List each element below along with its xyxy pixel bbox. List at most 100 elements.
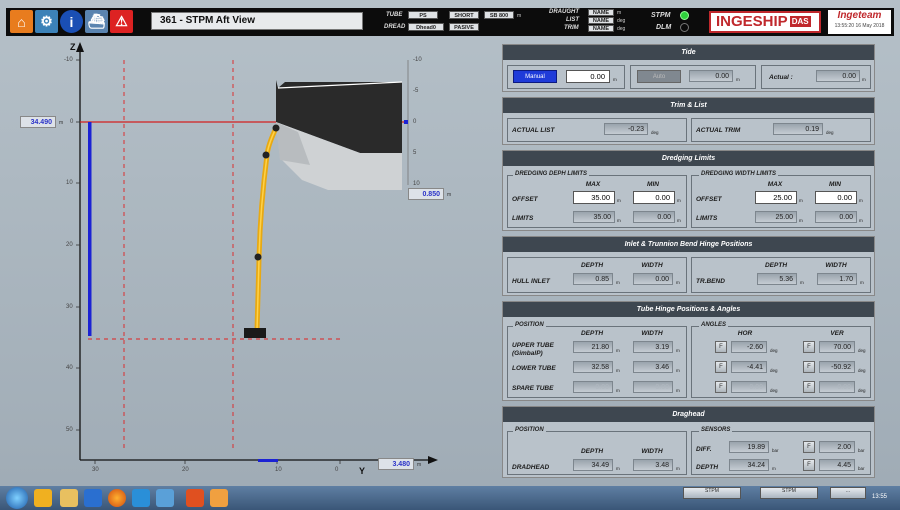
file-explorer-icon[interactable] (60, 489, 78, 507)
dhead-label: DREAD (384, 24, 406, 30)
spare-tube-depth: 0.00 (573, 381, 613, 393)
inlet-title: Inlet & Trunnion Bend Hinge Positions (503, 237, 874, 252)
trim-value: NAME (588, 25, 614, 32)
upper-tube-hor: -2.60 (731, 341, 767, 353)
dhead-select-button[interactable]: Dhead0 (408, 23, 444, 31)
auto-button[interactable]: Auto (637, 70, 681, 83)
auto-tide-value: 0.00 (689, 70, 733, 82)
ie-browser-icon[interactable] (84, 489, 102, 507)
width-header: WIDTH (641, 330, 663, 337)
tube-short-button[interactable]: SHORT (449, 11, 479, 19)
unit: m (676, 368, 680, 373)
tube-sb-button[interactable]: SB 800 (484, 11, 514, 19)
upper-hor-flag-button[interactable]: F (715, 341, 727, 353)
vlc-cone-icon[interactable] (210, 489, 228, 507)
depth-flag-button[interactable]: F (803, 459, 815, 471)
taskbar-stpm-button-1[interactable]: STPM (683, 487, 741, 499)
draghead-width-value: 3.48 (633, 459, 673, 471)
depth-readout-unit: m (59, 120, 64, 126)
z-tick: 40 (66, 365, 73, 371)
diff-flag-button[interactable]: F (803, 441, 815, 453)
z-tick: 50 (66, 427, 73, 433)
draught-value: NAME (588, 9, 614, 16)
diff-label: DIFF. (696, 446, 712, 453)
app-icon[interactable] (132, 489, 150, 507)
depth-limits-group-label: DREDGING DEPH LIMITS (513, 171, 590, 177)
tube-label: TUBE (386, 12, 403, 18)
tube-ps-button[interactable]: PS (408, 11, 438, 19)
unit: m (616, 348, 620, 353)
manual-tide-input[interactable]: 0.00 (566, 70, 610, 83)
y-tick: 30 (92, 467, 99, 473)
width-offset-min-input[interactable]: 0.00 (815, 191, 857, 204)
dredging-limits-panel: Dredging Limits DREDGING DEPH LIMITS MAX… (502, 150, 875, 231)
taskbar-stpm-button-2[interactable]: STPM (760, 487, 818, 499)
spare-tube-label: SPARE TUBE (512, 385, 554, 392)
vessel-view-icon[interactable]: ⛴ (85, 10, 108, 33)
depth-readout: 34.490 (20, 116, 56, 128)
unit: m (736, 77, 740, 82)
manual-button[interactable]: Manual (513, 70, 557, 83)
lower-ver-flag-button[interactable]: F (803, 361, 815, 373)
depth-offset-max-input[interactable]: 35.00 (573, 191, 615, 204)
unit: m (616, 280, 620, 285)
unit: deg (858, 368, 866, 373)
trim-unit: deg (617, 26, 626, 32)
unit: deg (770, 388, 778, 393)
width-limits-group-label: DREDGING WIDTH LIMITS (699, 171, 778, 177)
home-icon[interactable]: ⌂ (10, 10, 33, 33)
draghead-depth-value: 34.49 (573, 459, 613, 471)
unit: deg (651, 130, 659, 135)
list-label: LIST (566, 17, 579, 23)
width-limits-min-value: 0.00 (815, 211, 857, 223)
depth-header: DEPTH (764, 262, 788, 269)
lower-tube-label: LOWER TUBE (512, 365, 556, 372)
z-axis-label: Z (70, 42, 76, 52)
taskbar-clock: 13:55 (872, 494, 888, 500)
right-tick: -5 (413, 88, 419, 94)
list-value: NAME (588, 17, 614, 24)
trim-list-panel: Trim & List ACTUAL LIST -0.23 deg ACTUAL… (502, 97, 875, 145)
diff-value: 19.89 (729, 441, 769, 453)
app-icon[interactable] (156, 489, 174, 507)
outlook-icon[interactable] (34, 489, 52, 507)
depth-header: DEPTH (580, 448, 604, 455)
depth-offset-min-input[interactable]: 0.00 (633, 191, 675, 204)
spare-hor-flag-button[interactable]: F (715, 381, 727, 393)
width-readout: 3.480 (378, 458, 414, 470)
info-icon[interactable]: i (60, 10, 83, 33)
hull-inlet-depth-value: 0.85 (573, 273, 613, 285)
tide-panel: Tide Manual 0.00 m Auto 0.00 m Actual : … (502, 44, 875, 92)
unit: m (677, 198, 681, 203)
unit: m (676, 388, 680, 393)
start-button-icon[interactable] (6, 487, 28, 509)
app-icon[interactable] (186, 489, 204, 507)
lower-hor-flag-button[interactable]: F (715, 361, 727, 373)
alarm-warning-icon[interactable]: ⚠ (110, 10, 133, 33)
upper-tube-ver: 70.00 (819, 341, 855, 353)
unit: m (859, 198, 863, 203)
tide-title: Tide (503, 45, 874, 60)
taskbar-button-3[interactable]: ... (830, 487, 866, 499)
width-header: WIDTH (641, 448, 663, 455)
unit: m (860, 280, 864, 285)
spare-ver-flag-button[interactable]: F (803, 381, 815, 393)
ver-header: VER (830, 330, 844, 337)
aft-view-drawing (76, 42, 438, 464)
brand-name: INGESHIP (716, 13, 788, 30)
upper-tube-depth: 21.80 (573, 341, 613, 353)
right-tick: 10 (413, 181, 420, 187)
width-limits-max-value: 25.00 (755, 211, 797, 223)
dhead-pasive-button[interactable]: PASIVE (449, 23, 479, 31)
diff-set-value: 2.00 (819, 441, 855, 453)
firefox-icon[interactable] (108, 489, 126, 507)
upper-ver-flag-button[interactable]: F (803, 341, 815, 353)
width-offset-max-input[interactable]: 25.00 (755, 191, 797, 204)
dlm-label: DLM (656, 24, 672, 31)
z-tick: 20 (66, 242, 73, 248)
unit: m (676, 348, 680, 353)
hull-inlet-width-value: 0.00 (633, 273, 673, 285)
unit: deg (826, 130, 834, 135)
settings-gear-icon[interactable]: ⚙ (35, 10, 58, 33)
upper-tube-sublabel: (GimbalP) (512, 350, 543, 357)
